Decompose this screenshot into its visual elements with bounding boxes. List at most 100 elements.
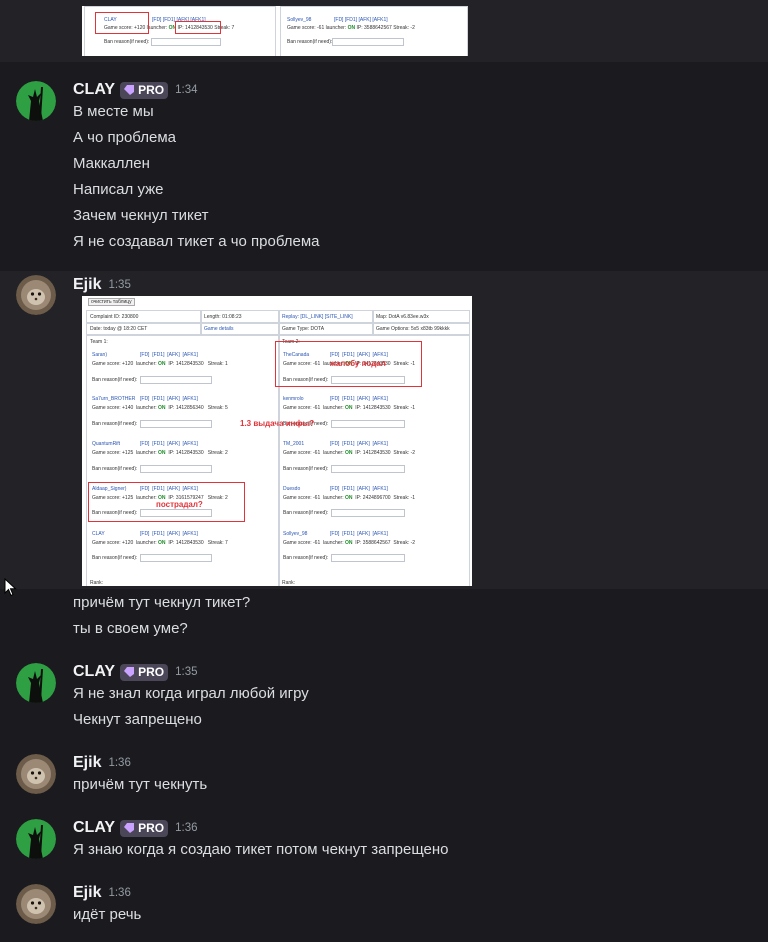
message-header: CLAY PRO 1:35 [73,661,198,683]
user-avatar[interactable] [16,754,56,794]
report-links[interactable]: [FD] [FD1] [AFK] [AFK1] [140,396,198,402]
player-stats: Game score: +140 launcher: ON IP: 141285… [92,405,228,411]
replay-links[interactable]: Replay: [DL_LINK] [SITE_LINK] [282,314,353,320]
ban-reason-input[interactable] [140,420,212,428]
username[interactable]: CLAY [73,819,115,837]
report-links[interactable]: [FD] [FD1] [AFK] [AFK1] [330,531,388,537]
message-text: Чекнут запрещено [73,711,202,728]
nitro-badge[interactable]: PRO [120,81,169,99]
game-date: Date: today @ 18:20 CET [90,326,148,332]
player-name: TM_2001 [283,441,305,447]
ban-reason-label: Ban reason(if need): [92,466,138,472]
ban-reason-input[interactable] [331,465,405,473]
complaint-id: Complaint ID: 230800 [90,314,139,320]
image-attachment-top[interactable]: CLAY [FD] [FD1] [AFK] [AFK1] Game score:… [82,6,468,56]
username[interactable]: Ejik [73,276,101,294]
user-avatar[interactable] [16,663,56,703]
timestamp[interactable]: 1:36 [175,822,197,834]
ban-reason-label: Ban reason(if need): [287,39,333,45]
player-name: QuantumRift [92,441,121,447]
annotation-rule: 1.3 выдача инфы? [240,419,315,428]
username[interactable]: Ejik [73,884,101,902]
player-stats: Game score: -61 launcher: ON IP: 2424896… [283,495,416,501]
player-stats: Game score: -61 launcher: ON IP: 1412843… [283,405,416,411]
timestamp[interactable]: 1:36 [108,887,130,899]
player-name: Duesdo [283,486,301,492]
ban-reason-input[interactable] [331,554,405,562]
nitro-badge[interactable]: PRO [120,663,169,681]
ban-reason-input[interactable] [332,38,404,46]
timestamp[interactable]: 1:34 [175,84,197,96]
ban-reason-label: Ban reason(if need): [283,466,329,472]
user-avatar[interactable] [16,275,56,315]
username[interactable]: CLAY [73,81,115,99]
ban-reason-input[interactable] [331,420,405,428]
timestamp[interactable]: 1:35 [175,666,197,678]
ejik-avatar-icon [16,754,56,794]
player-stats: Game score: -61 launcher: ON IP: 1412843… [283,450,416,456]
gem-icon [124,85,135,95]
message-header: Ejik 1:36 [73,882,131,904]
player-name: Sollyev_98 [287,17,312,23]
annotation-box [95,12,149,34]
player-stats: Game score: -61 launcher: ON IP: 3588642… [287,25,415,31]
gem-icon [124,823,135,833]
report-links[interactable]: [FD] [FD1] [AFK] [AFK1] [330,486,388,492]
gem-icon [124,667,135,677]
user-avatar[interactable] [16,81,56,121]
user-avatar[interactable] [16,819,56,859]
annotation-complaint: жалобу подал [330,359,386,368]
message-text: Я не знал когда играл любой игру [73,685,309,702]
message-text: Зачем чекнул тикет [73,207,209,224]
ban-reason-label: Ban reason(if need): [92,555,138,561]
message-header: CLAY PRO 1:36 [73,817,198,839]
report-links[interactable]: [FD] [FD1] [AFK] [AFK1] [140,352,198,358]
game-type: Game Type: DOTA [282,326,325,332]
ban-reason-input[interactable] [140,554,212,562]
game-length: Length: 01:08:23 [204,314,242,320]
player-stats: Game score: +120 launcher: ON IP: 141284… [92,361,228,367]
rank-label: Rank: [282,580,296,586]
rank-label: Rank: [90,580,104,586]
message-header: CLAY PRO 1:34 [73,79,198,101]
message-text: Маккаллен [73,155,150,172]
message-text: причём тут чекнуть [73,776,208,793]
message-text: идёт речь [73,906,142,923]
game-details-link[interactable]: Game details [204,326,233,332]
report-links[interactable]: [FD] [FD1] [AFK] [AFK1] [140,441,198,447]
player-stats: Game score: +125 launcher: ON IP: 141284… [92,450,228,456]
ban-reason-input[interactable] [151,38,221,46]
clear-table-button[interactable]: очистить таблицу [88,298,135,306]
report-links[interactable]: [FD] [FD1] [AFK] [AFK1] [330,396,388,402]
timestamp[interactable]: 1:36 [108,757,130,769]
ban-reason-input[interactable] [331,509,405,517]
ban-reason-label: Ban reason(if need): [283,510,329,516]
mouse-cursor-icon [4,578,17,597]
nitro-badge[interactable]: PRO [120,819,169,837]
report-links: [FD] [FD1] [AFK] [AFK1] [334,17,388,23]
clay-avatar-icon [16,81,56,121]
game-options: Game Options: 5x5 x83tb 99kkkk [376,326,450,332]
player-stats: Game score: -61 launcher: ON IP: 3588642… [283,540,416,546]
player-name: Sa7urn_BROTHER [92,396,136,402]
message-text: Я не создавал тикет а чо проблема [73,233,320,250]
player-name: Sollyev_98 [283,531,308,537]
player-name: Saran) [92,352,108,358]
clay-avatar-icon [16,663,56,703]
timestamp[interactable]: 1:35 [108,279,130,291]
message-text: Я знаю когда я создаю тикет потом чекнут… [73,841,449,858]
message-header: Ejik 1:36 [73,752,131,774]
ban-reason-label: Ban reason(if need): [92,377,138,383]
player-name: kenmrolo [283,396,304,402]
report-links[interactable]: [FD] [FD1] [AFK] [AFK1] [140,531,198,537]
team-column [86,334,280,586]
ejik-avatar-icon [16,884,56,924]
ban-reason-input[interactable] [140,376,212,384]
image-attachment[interactable]: очистить таблицу Complaint ID: 230800 Le… [82,296,472,586]
username[interactable]: CLAY [73,663,115,681]
message-header: Ejik 1:35 [73,274,131,296]
user-avatar[interactable] [16,884,56,924]
username[interactable]: Ejik [73,754,101,772]
ban-reason-input[interactable] [140,465,212,473]
report-links[interactable]: [FD] [FD1] [AFK] [AFK1] [330,441,388,447]
